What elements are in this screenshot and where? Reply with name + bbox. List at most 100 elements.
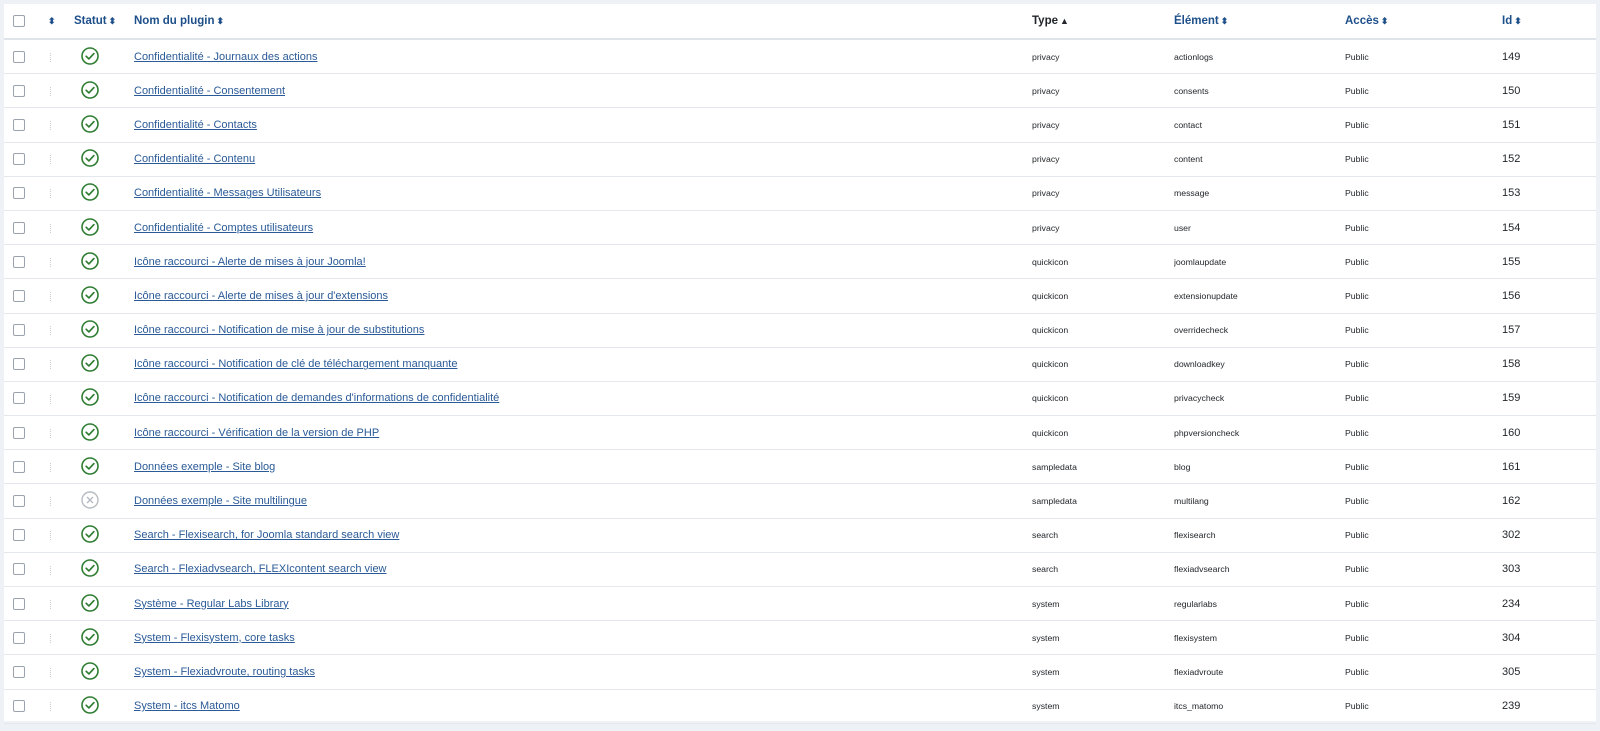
status-toggle-button[interactable] (81, 696, 99, 714)
status-toggle-button[interactable] (81, 662, 99, 680)
status-toggle-button[interactable] (81, 388, 99, 407)
drag-handle-icon[interactable] (50, 565, 53, 575)
drag-handle-icon[interactable] (50, 462, 53, 472)
plugin-access: Public (1345, 278, 1502, 314)
type-column-header[interactable]: Type ▲ (1032, 4, 1174, 40)
drag-handle-icon[interactable] (50, 86, 53, 96)
plugin-type: system (1032, 586, 1174, 622)
row-checkbox[interactable] (13, 631, 25, 644)
plugin-name-link[interactable]: Données exemple - Site multilingue (134, 495, 307, 507)
status-toggle-button[interactable] (81, 80, 99, 99)
row-checkbox[interactable] (13, 118, 25, 131)
row-checkbox[interactable] (13, 50, 25, 63)
name-column-header[interactable]: Nom du plugin ⬍ (134, 4, 1032, 40)
plugin-name-link[interactable]: Confidentialité - Contacts (134, 119, 257, 131)
table-row: Confidentialité - Contenu privacy conten… (4, 142, 1596, 177)
status-column-header[interactable]: Statut ⬍ (74, 4, 134, 40)
plugin-id: 159 (1502, 381, 1596, 417)
table-row: Confidentialité - Contacts privacy conta… (4, 107, 1596, 143)
drag-handle-icon[interactable] (50, 428, 53, 438)
status-toggle-button[interactable] (81, 286, 99, 304)
plugin-name-link[interactable]: Confidentialité - Comptes utilisateurs (134, 222, 313, 234)
plugin-name-link[interactable]: Icône raccourci - Alerte de mises à jour… (134, 256, 366, 268)
drag-handle-icon[interactable] (50, 155, 53, 165)
row-checkbox[interactable] (13, 495, 25, 508)
access-column-header[interactable]: Accès ⬍ (1345, 4, 1502, 40)
drag-handle-icon[interactable] (50, 326, 53, 336)
drag-handle-icon[interactable] (50, 257, 53, 267)
plugin-name-link[interactable]: Icône raccourci - Notification de demand… (134, 392, 499, 404)
plugin-name-link[interactable]: Search - Flexiadvsearch, FLEXIcontent se… (134, 563, 387, 575)
row-checkbox[interactable] (13, 426, 25, 439)
plugin-name-link[interactable]: System - Flexisystem, core tasks (134, 632, 295, 644)
plugin-name-link[interactable]: Données exemple - Site blog (134, 461, 275, 473)
plugin-name-link[interactable]: Icône raccourci - Notification de clé de… (134, 358, 457, 370)
status-toggle-button[interactable] (81, 627, 99, 646)
drag-handle-icon[interactable] (50, 599, 53, 609)
row-checkbox[interactable] (13, 460, 25, 473)
drag-handle-icon[interactable] (50, 52, 53, 62)
row-checkbox[interactable] (13, 700, 25, 713)
row-checkbox[interactable] (13, 187, 25, 200)
drag-handle-icon[interactable] (50, 531, 53, 541)
plugin-name-link[interactable]: Icône raccourci - Notification de mise à… (134, 324, 424, 336)
status-toggle-button[interactable] (81, 457, 99, 475)
drag-handle-icon[interactable] (50, 223, 53, 233)
plugin-name-link[interactable]: Confidentialité - Consentement (134, 85, 285, 97)
row-checkbox[interactable] (13, 665, 25, 678)
table-row: Confidentialité - Messages Utilisateurs … (4, 176, 1596, 211)
plugin-id: 157 (1502, 313, 1596, 348)
row-checkbox[interactable] (13, 84, 25, 97)
row-checkbox[interactable] (13, 358, 25, 371)
row-checkbox[interactable] (13, 255, 25, 268)
status-toggle-button[interactable] (81, 559, 99, 578)
plugin-name-link[interactable]: Search - Flexisearch, for Joomla standar… (134, 529, 399, 541)
drag-handle-icon[interactable] (50, 292, 53, 301)
plugin-name-link[interactable]: Confidentialité - Messages Utilisateurs (134, 187, 321, 199)
plugin-name-link[interactable]: Icône raccourci - Vérification de la ver… (134, 427, 379, 439)
row-checkbox[interactable] (13, 392, 25, 405)
status-toggle-button[interactable] (81, 491, 99, 509)
drag-handle-icon[interactable] (50, 702, 53, 712)
drag-handle-icon[interactable] (50, 189, 53, 199)
drag-handle-icon[interactable] (50, 121, 53, 131)
status-toggle-button[interactable] (81, 149, 99, 167)
plugin-type: quickicon (1032, 313, 1174, 348)
status-toggle-button[interactable] (81, 320, 99, 338)
drag-handle-icon[interactable] (50, 633, 53, 643)
element-column-header[interactable]: Élément ⬍ (1174, 4, 1345, 40)
plugin-name-link[interactable]: Icône raccourci - Alerte de mises à jour… (134, 290, 388, 302)
status-toggle-button[interactable] (81, 46, 99, 65)
row-checkbox[interactable] (13, 563, 25, 576)
row-checkbox[interactable] (13, 597, 25, 610)
row-checkbox[interactable] (13, 289, 25, 302)
plugin-name-link[interactable]: System - itcs Matomo (134, 700, 240, 712)
ordering-sort-icon[interactable]: ⬍ (48, 16, 56, 26)
row-checkbox[interactable] (13, 324, 25, 337)
status-toggle-button[interactable] (81, 183, 99, 202)
drag-handle-icon[interactable] (50, 394, 53, 404)
drag-handle-icon[interactable] (50, 497, 53, 507)
status-toggle-button[interactable] (81, 251, 99, 270)
row-checkbox[interactable] (13, 221, 25, 234)
table-row: Icône raccourci - Notification de demand… (4, 381, 1596, 417)
status-toggle-button[interactable] (81, 115, 99, 133)
select-all-checkbox[interactable] (13, 14, 25, 27)
id-column-header[interactable]: Id ⬍ (1502, 4, 1596, 40)
plugin-name-link[interactable]: Système - Regular Labs Library (134, 598, 289, 610)
status-toggle-button[interactable] (81, 593, 99, 612)
check-circle-icon (81, 80, 99, 99)
drag-handle-icon[interactable] (50, 360, 53, 370)
status-toggle-button[interactable] (81, 354, 99, 373)
drag-handle-icon[interactable] (50, 668, 53, 678)
row-checkbox[interactable] (13, 153, 25, 166)
status-toggle-button[interactable] (81, 525, 99, 544)
row-checkbox[interactable] (13, 529, 25, 542)
plugin-name-link[interactable]: System - Flexiadvroute, routing tasks (134, 666, 315, 678)
status-toggle-button[interactable] (81, 422, 99, 441)
status-toggle-button[interactable] (81, 217, 99, 236)
table-row: Confidentialité - Journaux des actions p… (4, 39, 1596, 75)
plugin-name-link[interactable]: Confidentialité - Contenu (134, 153, 255, 165)
plugin-id: 153 (1502, 176, 1596, 211)
plugin-name-link[interactable]: Confidentialité - Journaux des actions (134, 51, 317, 63)
